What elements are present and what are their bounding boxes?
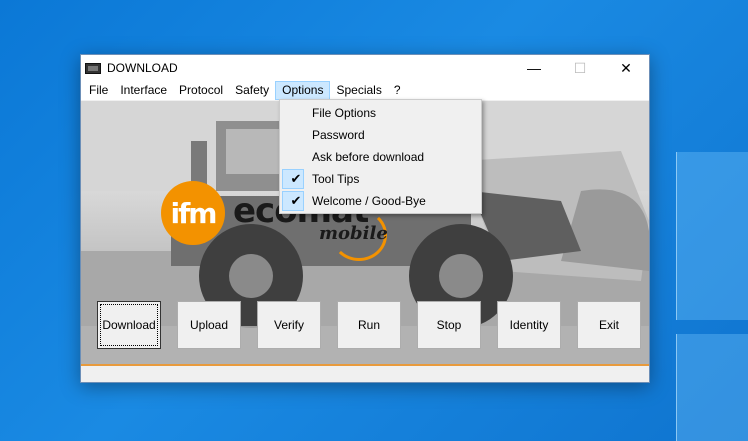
menu-options[interactable]: Options bbox=[275, 81, 331, 100]
menu-item-label: Tool Tips bbox=[312, 172, 360, 186]
menu-item-file-options[interactable]: File Options bbox=[280, 102, 481, 124]
menu-item-label: Ask before download bbox=[312, 150, 425, 164]
menu-item-welcome-goodbye[interactable]: ✔ Welcome / Good-Bye bbox=[280, 190, 481, 212]
menu-item-label: Welcome / Good-Bye bbox=[312, 194, 426, 208]
menu-specials[interactable]: Specials bbox=[330, 81, 387, 100]
brand-mobile: mobile bbox=[319, 223, 388, 244]
menu-interface[interactable]: Interface bbox=[114, 81, 173, 100]
checkmark-icon: ✔ bbox=[290, 193, 302, 208]
window-title: DOWNLOAD bbox=[107, 61, 178, 75]
desktop-pane-lower bbox=[676, 334, 748, 441]
maximize-button[interactable]: ☐ bbox=[557, 55, 603, 81]
ifm-logo: ifm bbox=[161, 181, 225, 245]
menu-item-tool-tips[interactable]: ✔ Tool Tips bbox=[280, 168, 481, 190]
ifm-logo-text: ifm bbox=[170, 196, 218, 230]
identity-button[interactable]: Identity bbox=[497, 301, 561, 349]
upload-button[interactable]: Upload bbox=[177, 301, 241, 349]
menu-help[interactable]: ? bbox=[388, 81, 407, 100]
menu-safety[interactable]: Safety bbox=[229, 81, 275, 100]
app-icon bbox=[85, 62, 101, 74]
close-button[interactable]: ✕ bbox=[603, 55, 649, 81]
run-button[interactable]: Run bbox=[337, 301, 401, 349]
verify-button[interactable]: Verify bbox=[257, 301, 321, 349]
minimize-button[interactable]: — bbox=[511, 55, 557, 81]
title-bar[interactable]: DOWNLOAD — ☐ ✕ bbox=[81, 55, 649, 81]
checkmark-icon: ✔ bbox=[290, 171, 302, 186]
menu-item-password[interactable]: Password bbox=[280, 124, 481, 146]
action-buttons: Download Upload Verify Run Stop Identity… bbox=[97, 301, 641, 349]
menu-item-ask-before-download[interactable]: Ask before download bbox=[280, 146, 481, 168]
exit-button[interactable]: Exit bbox=[577, 301, 641, 349]
menu-bar: File Interface Protocol Safety Options S… bbox=[81, 81, 649, 101]
status-bar bbox=[81, 364, 649, 382]
download-button[interactable]: Download bbox=[97, 301, 161, 349]
menu-file[interactable]: File bbox=[83, 81, 114, 100]
menu-item-label: File Options bbox=[312, 106, 377, 120]
desktop-pane-upper bbox=[676, 152, 748, 320]
stop-button[interactable]: Stop bbox=[417, 301, 481, 349]
options-dropdown: File Options Password Ask before downloa… bbox=[279, 99, 482, 214]
menu-protocol[interactable]: Protocol bbox=[173, 81, 229, 100]
menu-item-label: Password bbox=[312, 128, 365, 142]
